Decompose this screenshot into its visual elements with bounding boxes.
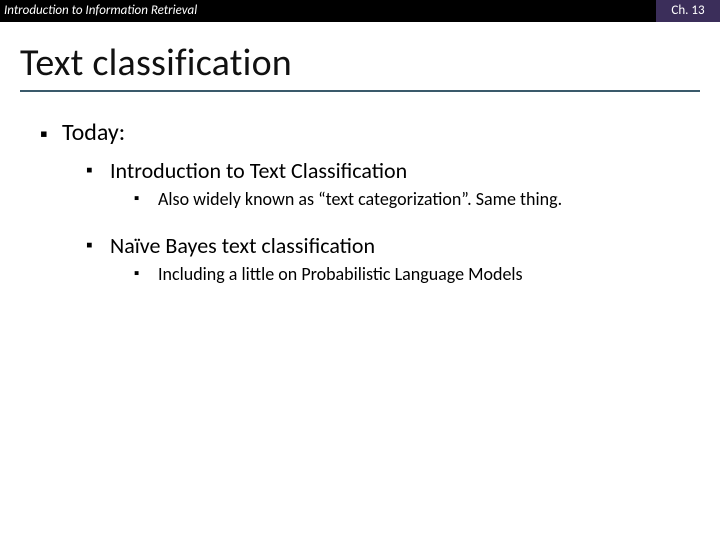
bullet-text: Introduction to Text Classification xyxy=(110,157,407,184)
bullet-lvl2: Naïve Bayes text classification Includin… xyxy=(86,232,692,285)
bullet-lvl1: Today: Introduction to Text Classificati… xyxy=(40,118,692,285)
bullet-text: Today: xyxy=(62,118,125,147)
title-underline xyxy=(20,90,700,92)
bullet-lvl3: Also widely known as “text categorizatio… xyxy=(134,188,692,210)
bullet-lvl2: Introduction to Text Classification Also… xyxy=(86,157,692,210)
bullet-text: Naïve Bayes text classification xyxy=(110,232,375,259)
bullet-text: Also widely known as “text categorizatio… xyxy=(158,188,562,210)
header-bar: Introduction to Information Retrieval Ch… xyxy=(0,0,720,22)
bullet-lvl3: Including a little on Probabilistic Lang… xyxy=(134,263,692,285)
bullet-text: Including a little on Probabilistic Lang… xyxy=(158,263,523,285)
title-block: Text classification xyxy=(0,22,720,98)
slide-body: Today: Introduction to Text Classificati… xyxy=(0,98,720,285)
slide-title: Text classification xyxy=(20,40,700,86)
header-course-title: Introduction to Information Retrieval xyxy=(0,0,656,22)
header-chapter: Ch. 13 xyxy=(656,0,720,22)
